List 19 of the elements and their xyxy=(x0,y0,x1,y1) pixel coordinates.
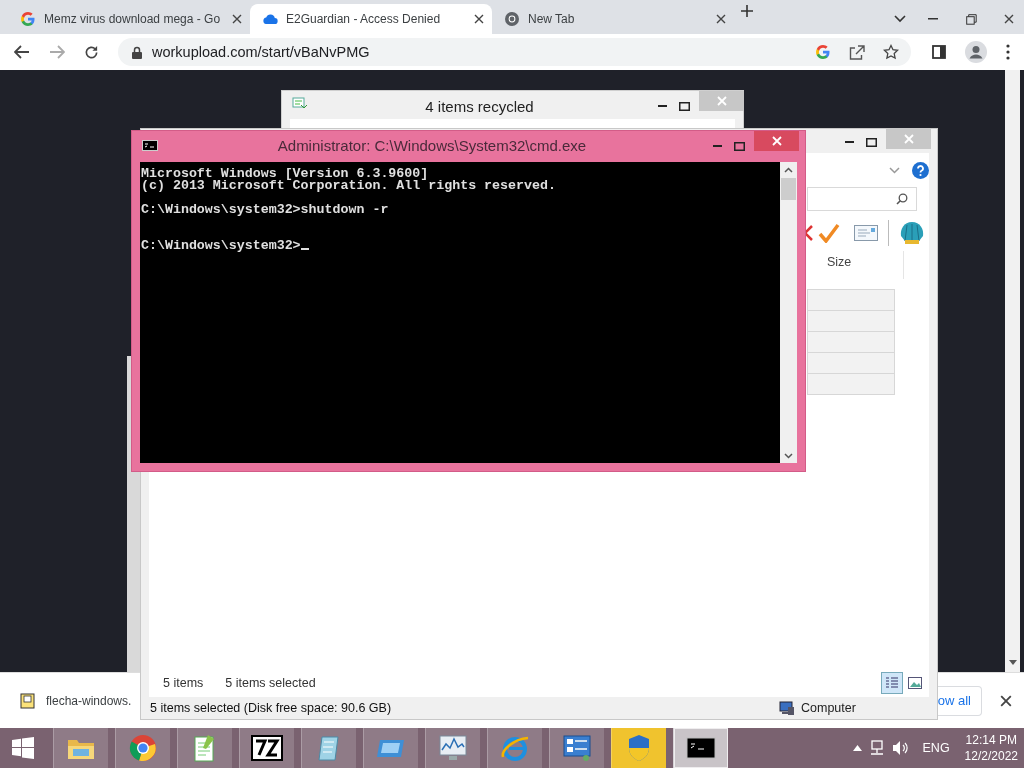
input-language[interactable]: ENG xyxy=(922,741,950,755)
browser-tab[interactable]: Memz virus download mega - Go xyxy=(8,4,250,34)
browser-tab[interactable]: New Tab xyxy=(492,4,734,34)
show-all-button[interactable]: ow all xyxy=(937,685,982,716)
console-line: C:\Windows\system32> xyxy=(141,240,780,252)
console-area[interactable]: Microsoft Windows [Version 6.3.9600] (c) 2013 Microsoft Corporation. All rights reserved. C:\Windows\system32>shutdown -r C:\Windows\system32> xyxy=(140,162,780,463)
location-text: Computer xyxy=(801,701,857,715)
window-title: Administrator: C:\Windows\System32\cmd.exe xyxy=(276,137,588,154)
status-text: 5 items selected (Disk free space: 90.6 GB) xyxy=(150,701,392,715)
console-line: (c) 2013 Microsoft Corporation. All rights reserved. xyxy=(141,180,557,192)
console-line: Microsoft Windows [Version 6.3.9600] xyxy=(141,168,429,180)
item-count: 5 items xyxy=(163,676,204,690)
download-file-name[interactable]: flecha-windows. xyxy=(46,693,132,708)
address-field[interactable]: workupload.com/start/vBaNvPMG xyxy=(118,38,911,66)
window-title: 4 items recycled xyxy=(424,98,535,115)
clock[interactable]: 12:14 PM 12/2/2022 xyxy=(964,732,1018,764)
browser-tab[interactable]: E2Guardian - Access Denied xyxy=(250,4,492,34)
console-line: C:\Windows\system32>shutdown -r xyxy=(141,204,390,216)
selected-count: 5 items selected xyxy=(225,676,316,690)
